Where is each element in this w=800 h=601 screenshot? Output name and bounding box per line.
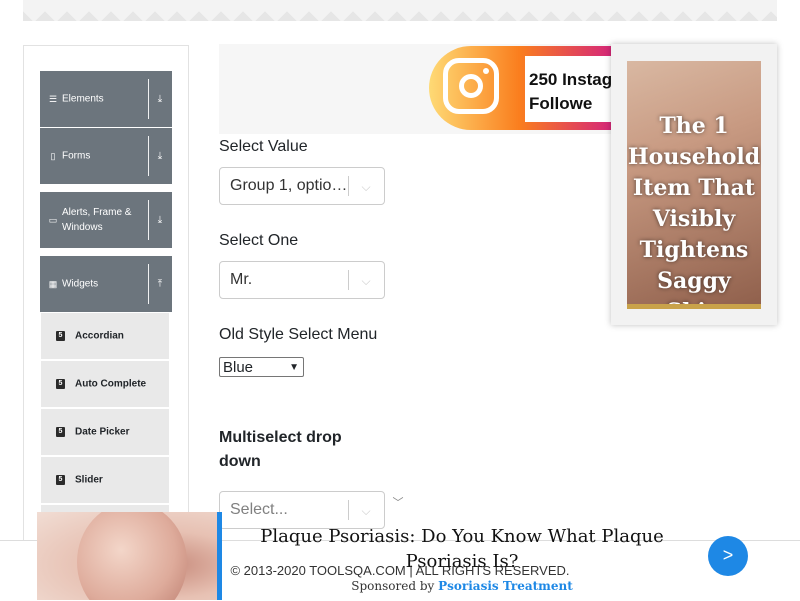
sidebar-item-slider[interactable]: 5 Slider [41,457,169,503]
chevron-down-icon: ﹀ [392,497,404,509]
sidebar-item-label: Slider [75,474,103,486]
bottom-ad-image[interactable] [37,512,220,600]
side-ad-image: The 1 Household Item That Visibly Tighte… [627,61,761,309]
select-value-dropdown[interactable]: Group 1, option 1 ⌵ [219,167,385,205]
widgets-icon: ▦ [48,279,58,289]
sponsor-prefix: Sponsored by [351,579,435,593]
select-value-current: Group 1, option 1 [230,177,348,194]
sidebar-group-alerts[interactable]: ▭ Alerts, Frame & Windows ⤓ [40,192,172,248]
sidebar-item-auto-complete[interactable]: 5 Auto Complete [41,361,169,407]
chevron-down-icon[interactable]: ⌵ [357,272,375,290]
html5-icon: 5 [56,427,65,437]
bottom-ad-sponsor: Sponsored by Psoriasis Treatment [232,579,692,593]
side-ad[interactable]: The 1 Household Item That Visibly Tighte… [611,44,777,325]
select-one-dropdown[interactable]: Mr. ⌵ [219,261,385,299]
sidebar-group-label: Elements [62,93,104,105]
sidebar-group-label: Forms [62,150,91,162]
sidebar-item-label: Auto Complete [75,378,147,390]
sponsor-brand-link[interactable]: Psoriasis Treatment [438,579,573,593]
bottom-ad-title[interactable]: Plaque Psoriasis: Do You Know What Plaqu… [232,524,692,574]
left-sidebar: ☰ Elements ⤓ ▯ Forms ⤓ ▭ Alerts, Frame &… [23,45,189,565]
sidebar-group-label: Widgets [62,278,99,290]
camera-dot-shape [483,68,489,74]
download-arrow-icon: ⤓ [157,93,163,105]
instagram-icon [443,58,499,114]
chevron-down-icon: ▼ [289,362,299,373]
select-one-label: Select One [219,232,299,249]
divider [148,136,149,176]
html5-icon: 5 [56,379,65,389]
window-icon: ▭ [48,215,58,225]
old-style-select[interactable]: Blue ▼ [219,357,304,377]
upload-arrow-icon: ⤒ [157,278,163,290]
top-ad-banner[interactable] [23,0,777,21]
ad-accent-bar [627,304,761,309]
divider [148,264,149,304]
old-style-select-label: Old Style Select Menu [219,326,378,343]
sidebar-group-elements[interactable]: ☰ Elements ⤓ [40,71,172,127]
next-ad-button[interactable]: > [708,536,748,576]
menu-icon: ☰ [48,94,58,104]
sidebar-group-label: Alerts, Frame & Windows [62,207,132,233]
select-one-current: Mr. [230,271,253,288]
multiselect-label: Multiselect drop down [219,429,342,470]
divider [148,200,149,240]
select-value-label: Select Value [219,138,308,155]
html5-icon: 5 [56,475,65,485]
html5-icon: 5 [56,331,65,341]
sidebar-item-accordian[interactable]: 5 Accordian [41,313,169,359]
side-ad-headline: The 1 Household Item That Visibly Tighte… [627,113,761,309]
ad-photo-shape [77,512,187,600]
separator [348,500,349,520]
download-arrow-icon: ⤓ [157,150,163,162]
divider [148,79,149,119]
sidebar-group-forms[interactable]: ▯ Forms ⤓ [40,128,172,184]
document-icon: ▯ [50,151,56,161]
sidebar-item-label: Accordian [75,330,124,342]
separator [348,176,349,196]
multiselect-placeholder: Select... [230,501,288,518]
separator [348,270,349,290]
chevron-down-icon[interactable]: ⌵ [357,502,375,520]
sidebar-group-widgets[interactable]: ▦ Widgets ⤒ [40,256,172,312]
sidebar-item-label: Date Picker [75,426,130,438]
instagram-ad-banner[interactable]: 250 Instag Followe [219,44,611,134]
chevron-down-icon[interactable]: ⌵ [357,178,375,196]
camera-lens-shape [459,74,483,98]
old-style-select-value: Blue [223,359,254,376]
sidebar-item-date-picker[interactable]: 5 Date Picker [41,409,169,455]
ad-text: 250 Instag Followe [529,70,611,113]
download-arrow-icon: ⤓ [157,214,163,226]
ad-accent-bar [217,512,222,600]
